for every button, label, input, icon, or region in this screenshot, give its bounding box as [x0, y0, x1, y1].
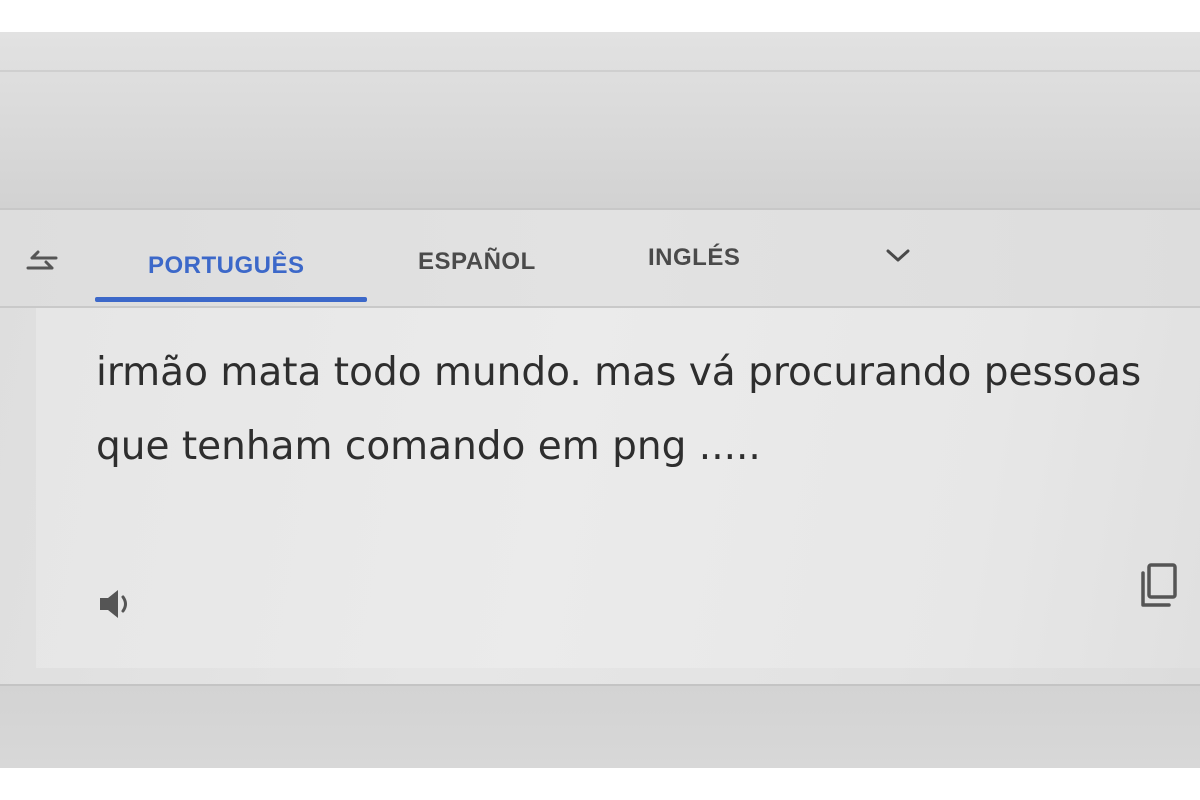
chevron-down-icon	[886, 249, 910, 262]
language-bar: PORTUGUÊS ESPAÑOL INGLÉS	[0, 210, 1200, 308]
translate-card: PORTUGUÊS ESPAÑOL INGLÉS irmão mata todo…	[0, 208, 1200, 684]
tab-ingles[interactable]: INGLÉS	[648, 232, 740, 284]
swap-arrows-icon	[26, 250, 58, 270]
bottom-area	[0, 684, 1200, 768]
more-languages-button[interactable]	[878, 236, 918, 276]
listen-button[interactable]	[92, 580, 140, 628]
divider	[0, 70, 1200, 72]
swap-languages-button[interactable]	[18, 244, 66, 284]
app-header-area	[0, 32, 1200, 208]
photo-frame: PORTUGUÊS ESPAÑOL INGLÉS irmão mata todo…	[0, 32, 1200, 768]
source-text: irmão mata todo mundo. mas vá procurando…	[96, 350, 1142, 469]
active-tab-indicator	[95, 297, 367, 302]
tab-espanol[interactable]: ESPAÑOL	[418, 236, 536, 288]
source-text-area[interactable]: irmão mata todo mundo. mas vá procurando…	[36, 308, 1200, 668]
copy-icon	[1141, 563, 1177, 607]
copy-button[interactable]	[1134, 558, 1184, 614]
speaker-icon	[100, 590, 127, 618]
tab-portugues[interactable]: PORTUGUÊS	[148, 240, 305, 292]
